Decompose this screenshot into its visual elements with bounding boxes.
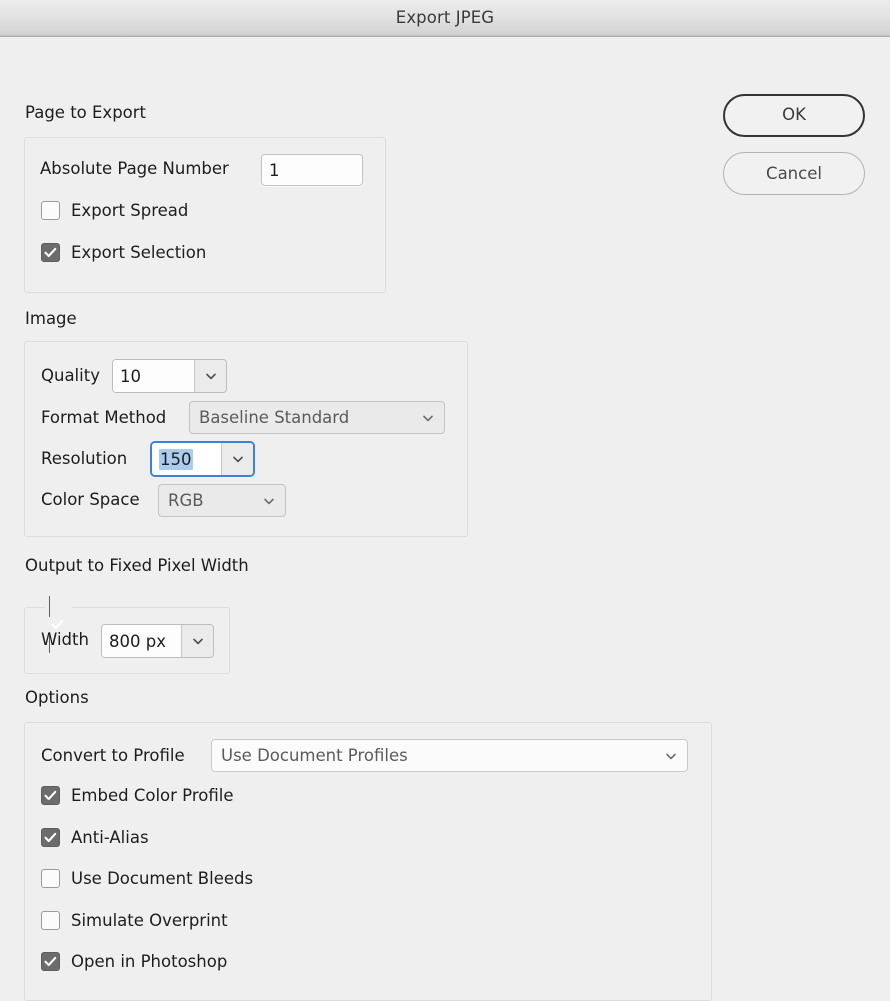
chevron-down-icon bbox=[262, 494, 276, 508]
resolution-dropdown-button[interactable] bbox=[221, 443, 253, 475]
chevron-down-icon bbox=[421, 411, 435, 425]
color-space-value: RGB bbox=[168, 491, 204, 510]
resolution-label: Resolution bbox=[41, 449, 127, 468]
section-heading-image: Image bbox=[25, 309, 77, 328]
color-space-label: Color Space bbox=[41, 490, 140, 509]
resolution-value-field[interactable]: 150 bbox=[152, 443, 221, 475]
checkmark-icon bbox=[42, 244, 59, 261]
simulate-overprint-checkbox-row[interactable]: Simulate Overprint bbox=[41, 911, 228, 930]
anti-alias-label: Anti-Alias bbox=[71, 828, 149, 847]
export-spread-checkbox-row[interactable]: Export Spread bbox=[41, 201, 188, 220]
ok-button[interactable]: OK bbox=[723, 94, 865, 137]
simulate-overprint-checkbox[interactable] bbox=[41, 911, 60, 930]
quality-value[interactable]: 10 bbox=[113, 360, 194, 392]
use-document-bleeds-checkbox[interactable] bbox=[41, 869, 60, 888]
absolute-page-number-input[interactable]: 1 bbox=[261, 154, 363, 186]
chevron-down-icon bbox=[204, 369, 218, 383]
export-selection-checkbox-row[interactable]: Export Selection bbox=[41, 243, 206, 262]
open-in-photoshop-checkbox[interactable] bbox=[41, 952, 60, 971]
format-method-dropdown[interactable]: Baseline Standard bbox=[189, 401, 445, 434]
convert-to-profile-value: Use Document Profiles bbox=[221, 746, 408, 765]
use-document-bleeds-checkbox-row[interactable]: Use Document Bleeds bbox=[41, 869, 253, 888]
convert-to-profile-label: Convert to Profile bbox=[41, 746, 185, 765]
format-method-value: Baseline Standard bbox=[199, 408, 349, 427]
export-spread-label: Export Spread bbox=[71, 201, 188, 220]
resolution-combo[interactable]: 150 bbox=[150, 441, 255, 477]
chevron-down-icon bbox=[191, 634, 205, 648]
open-in-photoshop-label: Open in Photoshop bbox=[71, 952, 227, 971]
simulate-overprint-label: Simulate Overprint bbox=[71, 911, 228, 930]
format-method-label: Format Method bbox=[41, 408, 166, 427]
absolute-page-number-value: 1 bbox=[269, 161, 280, 180]
checkmark-icon bbox=[42, 787, 59, 804]
color-space-dropdown[interactable]: RGB bbox=[158, 484, 286, 517]
export-selection-label: Export Selection bbox=[71, 243, 206, 262]
section-heading-options: Options bbox=[25, 688, 89, 707]
convert-to-profile-dropdown[interactable]: Use Document Profiles bbox=[211, 739, 688, 772]
embed-color-profile-checkbox[interactable] bbox=[41, 786, 60, 805]
window-titlebar: Export JPEG bbox=[0, 0, 890, 37]
open-in-photoshop-checkbox-row[interactable]: Open in Photoshop bbox=[41, 952, 227, 971]
chevron-down-icon bbox=[664, 749, 678, 763]
width-dropdown-button[interactable] bbox=[181, 625, 213, 657]
quality-combo[interactable]: 10 bbox=[112, 359, 227, 393]
quality-dropdown-button[interactable] bbox=[194, 360, 226, 392]
width-value[interactable]: 800 px bbox=[102, 625, 181, 657]
absolute-page-number-label: Absolute Page Number bbox=[40, 159, 229, 178]
chevron-down-icon bbox=[231, 452, 245, 466]
export-selection-checkbox[interactable] bbox=[41, 243, 60, 262]
width-label: Width bbox=[41, 630, 89, 649]
embed-color-profile-label: Embed Color Profile bbox=[71, 786, 233, 805]
embed-color-profile-checkbox-row[interactable]: Embed Color Profile bbox=[41, 786, 233, 805]
checkmark-icon bbox=[42, 953, 59, 970]
section-heading-output-fixed-width: Output to Fixed Pixel Width bbox=[25, 556, 249, 575]
cancel-button[interactable]: Cancel bbox=[723, 152, 865, 195]
use-document-bleeds-label: Use Document Bleeds bbox=[71, 869, 253, 888]
resolution-value: 150 bbox=[159, 449, 193, 470]
dialog-body: OK Cancel Page to Export Absolute Page N… bbox=[0, 37, 890, 997]
quality-label: Quality bbox=[41, 366, 100, 385]
anti-alias-checkbox-row[interactable]: Anti-Alias bbox=[41, 828, 149, 847]
checkmark-icon bbox=[42, 829, 59, 846]
section-heading-page-to-export: Page to Export bbox=[25, 103, 146, 122]
export-spread-checkbox[interactable] bbox=[41, 201, 60, 220]
width-combo[interactable]: 800 px bbox=[101, 624, 214, 658]
window-title: Export JPEG bbox=[0, 8, 890, 27]
anti-alias-checkbox[interactable] bbox=[41, 828, 60, 847]
dialog-action-buttons: OK Cancel bbox=[723, 94, 865, 210]
